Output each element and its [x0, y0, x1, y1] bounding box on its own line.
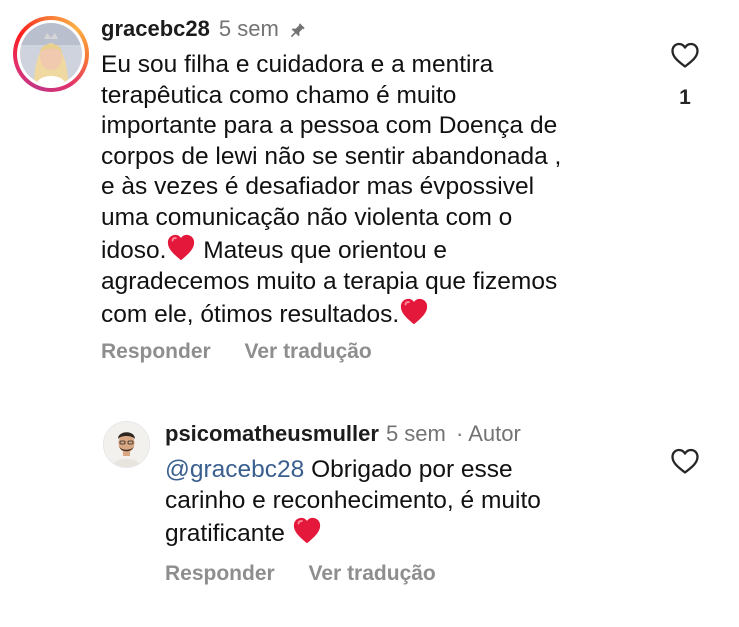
reply-button[interactable]: Responder: [101, 340, 211, 363]
author-badge: · Autor: [456, 421, 521, 446]
pin-icon: [287, 19, 307, 39]
comment-line: corpos de lewi não se sentir abandonada …: [101, 142, 562, 170]
translate-button[interactable]: Ver tradução: [245, 340, 372, 363]
like-count[interactable]: 1: [670, 86, 700, 110]
red-heart-emoji-icon: [168, 234, 195, 261]
comment-line: idoso. Mateus que orientou e: [101, 233, 661, 267]
heart-outline-icon[interactable]: [670, 41, 700, 69]
translate-button[interactable]: Ver tradução: [309, 562, 436, 585]
comment-timestamp: 5 sem: [218, 16, 279, 41]
comment-line: agradecemos muito a terapia que fizemos: [101, 267, 558, 295]
comment-line: Eu sou filha e cuidadora e a mentira: [101, 51, 494, 78]
reply-username[interactable]: psicomatheusmuller: [165, 421, 379, 446]
comment-line: uma comunicação não violenta com o: [101, 203, 513, 231]
reply-button[interactable]: Responder: [165, 562, 275, 585]
comment-line: importante para a pessoa com Doença de: [101, 112, 558, 139]
reply-actions: Responder Ver tradução: [165, 561, 464, 587]
reply-header: psicomatheusmuller 5 sem · Autor: [165, 419, 521, 449]
comment-actions: Responder Ver tradução: [101, 339, 400, 365]
reply-line: gratificante: [165, 516, 625, 550]
comment-line: e às vezes é desafiador mas évpossivel: [101, 173, 535, 200]
comment-line: terapêutica como chamo é muito: [101, 81, 457, 109]
reply-body: @gracebc28 Obrigado por esse carinho e r…: [165, 455, 625, 550]
reply-line: @gracebc28 Obrigado por esse: [165, 456, 513, 483]
comment-header: gracebc28 5 sem: [101, 14, 307, 44]
comment-body: Eu sou filha e cuidadora e a mentira ter…: [101, 50, 661, 331]
heart-outline-icon[interactable]: [670, 447, 700, 475]
comment-username[interactable]: gracebc28: [101, 14, 210, 44]
comments-section: gracebc28 5 sem Eu sou filha e cuidadora…: [0, 0, 739, 627]
reply-timestamp: 5 sem: [385, 421, 446, 446]
mention-link[interactable]: @gracebc28: [165, 456, 304, 483]
story-ring[interactable]: [13, 16, 89, 92]
red-heart-emoji-icon: [293, 517, 320, 544]
comment-line: com ele, ótimos resultados.: [101, 297, 661, 331]
reply-line: carinho e reconhecimento, é muito: [165, 486, 541, 514]
avatar-psicomatheusmuller[interactable]: [103, 421, 150, 468]
red-heart-emoji-icon: [401, 298, 428, 325]
avatar-gracebc28[interactable]: [20, 23, 82, 85]
